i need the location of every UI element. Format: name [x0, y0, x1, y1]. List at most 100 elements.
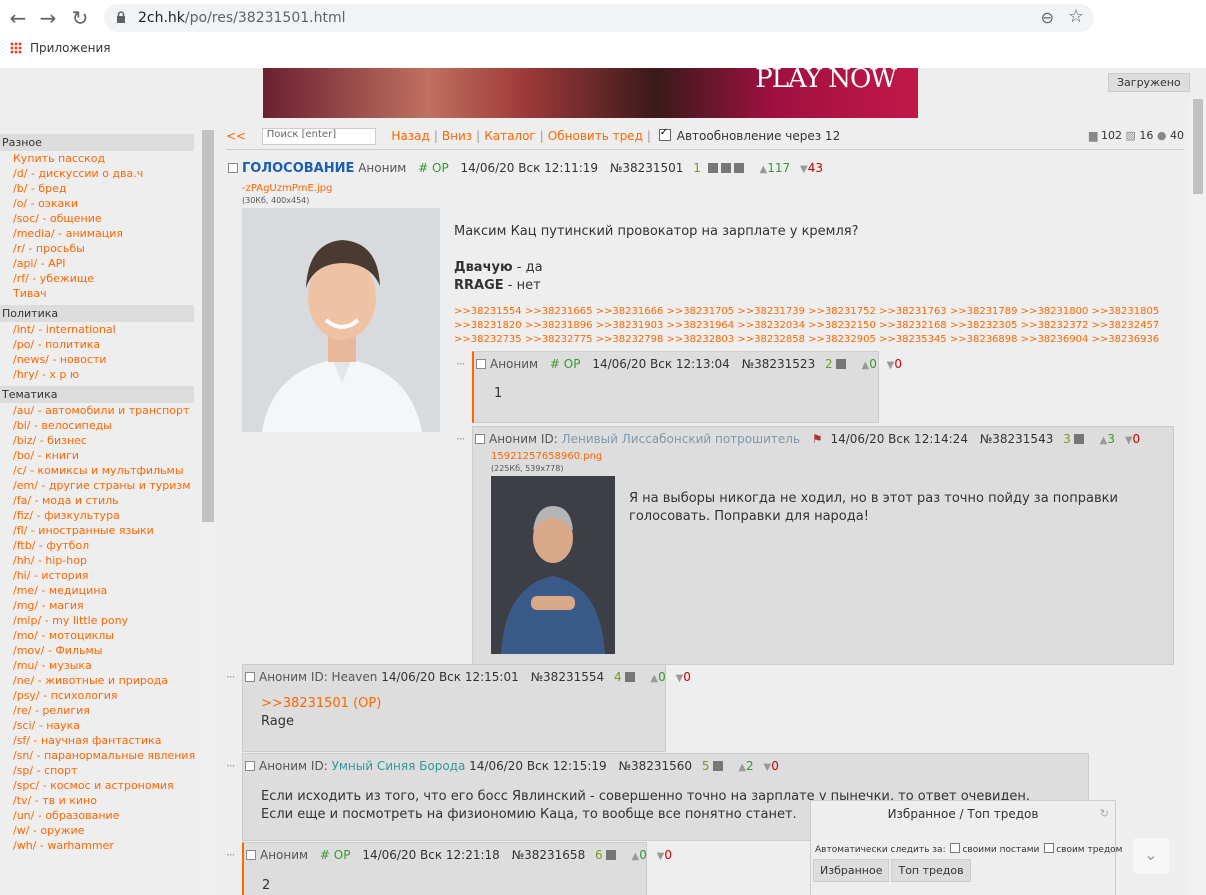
- menu-board-link[interactable]: /spc/ - космос и астрономия: [0, 778, 200, 793]
- post-menu-dots[interactable]: ···: [456, 357, 466, 371]
- post-number[interactable]: №38231501: [610, 161, 684, 175]
- menu-board-link[interactable]: /w/ - оружие: [0, 823, 200, 838]
- post-menu-dots[interactable]: ···: [226, 759, 236, 773]
- file-name[interactable]: 15921257658960.png: [491, 451, 602, 462]
- menu-board-link[interactable]: /ne/ - животные и природа: [0, 673, 200, 688]
- menu-board-link[interactable]: /c/ - комиксы и мультфильмы: [0, 463, 200, 478]
- post-number[interactable]: №38231523: [742, 357, 816, 371]
- menu-board-link[interactable]: /fl/ - иностранные языки: [0, 523, 200, 538]
- menu-board-link[interactable]: /news/ - новости: [0, 352, 200, 367]
- menu-board-link[interactable]: Купить пасскод: [0, 151, 200, 166]
- menu-board-link[interactable]: /mo/ - мотоциклы: [0, 628, 200, 643]
- menu-board-link[interactable]: /soc/ - общение: [0, 211, 200, 226]
- menu-scrollbar-thumb[interactable]: [202, 130, 214, 522]
- menu-board-link[interactable]: /tv/ - тв и кино: [0, 793, 200, 808]
- menu-scrollbar[interactable]: [201, 130, 215, 895]
- forward-arrow-icon[interactable]: →: [36, 6, 60, 30]
- menu-board-link[interactable]: /rf/ - убежище: [0, 271, 200, 286]
- post-menu-dots[interactable]: ···: [226, 670, 236, 684]
- play-icon[interactable]: [835, 359, 846, 369]
- menu-board-link[interactable]: /b/ - бред: [0, 181, 200, 196]
- apps-bookmark[interactable]: Приложения: [30, 41, 111, 55]
- autoupdate-checkbox[interactable]: [658, 127, 671, 141]
- post-checkbox[interactable]: [476, 359, 486, 369]
- like-icon[interactable]: ▲: [738, 762, 746, 773]
- menu-board-link[interactable]: /re/ - религия: [0, 703, 200, 718]
- back-arrow-icon[interactable]: ←: [6, 6, 30, 30]
- post-checkbox[interactable]: [246, 850, 256, 860]
- page-scrollbar[interactable]: [1189, 98, 1206, 895]
- post-image[interactable]: [491, 476, 615, 654]
- refresh-icon[interactable]: ↻: [1100, 807, 1109, 820]
- menu-board-link[interactable]: /hi/ - история: [0, 568, 200, 583]
- menu-board-link[interactable]: /mov/ - Фильмы: [0, 643, 200, 658]
- play-icon[interactable]: [1073, 434, 1084, 444]
- menu-board-link[interactable]: /bi/ - велосипеды: [0, 418, 200, 433]
- refresh-thread-link[interactable]: Обновить тред: [548, 129, 643, 143]
- menu-board-link[interactable]: /sf/ - научная фантастика: [0, 733, 200, 748]
- ad-banner[interactable]: PLAY NOW: [263, 68, 918, 118]
- like-icon[interactable]: ▲: [650, 673, 658, 684]
- menu-board-link[interactable]: /sci/ - наука: [0, 718, 200, 733]
- scroll-down-button[interactable]: ⌄: [1133, 838, 1169, 874]
- post-checkbox[interactable]: [245, 672, 255, 682]
- menu-board-link[interactable]: /po/ - политика: [0, 337, 200, 352]
- loaded-button[interactable]: Загружено: [1108, 73, 1190, 92]
- play-icon[interactable]: [712, 761, 723, 771]
- reload-icon[interactable]: ↻: [68, 6, 92, 30]
- post-checkbox[interactable]: [475, 434, 485, 444]
- tab-favorites[interactable]: Избранное: [813, 859, 890, 882]
- back-to-board-link[interactable]: <<: [226, 129, 246, 143]
- favorite-icon[interactable]: [707, 163, 718, 173]
- play-icon[interactable]: [624, 672, 635, 682]
- nav-back-link[interactable]: Назад: [391, 129, 429, 143]
- hide-icon[interactable]: [720, 163, 731, 173]
- nav-down-link[interactable]: Вниз: [442, 129, 472, 143]
- play-icon[interactable]: [605, 850, 616, 860]
- menu-board-link[interactable]: /au/ - автомобили и транспорт: [0, 403, 200, 418]
- menu-board-link[interactable]: /fiz/ - физкультура: [0, 508, 200, 523]
- menu-board-link[interactable]: /wh/ - warhammer: [0, 838, 200, 853]
- post-checkbox[interactable]: [228, 163, 238, 173]
- scrollbar-thumb[interactable]: [1193, 99, 1203, 194]
- op-image[interactable]: [242, 208, 440, 432]
- menu-board-link[interactable]: /int/ - international: [0, 322, 200, 337]
- menu-board-link[interactable]: /me/ - медицина: [0, 583, 200, 598]
- menu-board-link[interactable]: /sn/ - паранормальные явления: [0, 748, 200, 763]
- menu-board-link[interactable]: /sp/ - спорт: [0, 763, 200, 778]
- menu-board-link[interactable]: /d/ - дискуссии о два.ч: [0, 166, 200, 181]
- reply-link[interactable]: >>38231501 (OP): [261, 695, 381, 713]
- dislike-icon[interactable]: ▼: [1125, 435, 1133, 446]
- catalog-link[interactable]: Каталог: [484, 129, 536, 143]
- post-menu-dots[interactable]: ···: [226, 848, 236, 862]
- menu-board-link[interactable]: /ftb/ - футбол: [0, 538, 200, 553]
- menu-board-link[interactable]: /mu/ - музыка: [0, 658, 200, 673]
- menu-board-link[interactable]: /biz/ - бизнес: [0, 433, 200, 448]
- play-icon[interactable]: [733, 163, 744, 173]
- apps-grid-icon[interactable]: [10, 42, 22, 54]
- address-bar[interactable]: 2ch.hk/po/res/38231501.html ⊖ ☆: [104, 4, 1094, 32]
- op-replies[interactable]: >>38231554 >>38231665 >>38231666 >>38231…: [454, 305, 1174, 347]
- post-menu-dots[interactable]: ···: [456, 432, 466, 446]
- zoom-icon[interactable]: ⊖: [1041, 8, 1054, 27]
- menu-board-link[interactable]: /mlp/ - my little pony: [0, 613, 200, 628]
- dislike-icon[interactable]: ▼: [800, 164, 808, 175]
- post-number[interactable]: №38231543: [980, 432, 1054, 446]
- tab-top-threads[interactable]: Топ тредов: [891, 859, 971, 882]
- menu-board-link[interactable]: /r/ - просьбы: [0, 241, 200, 256]
- menu-board-link[interactable]: /hh/ - hip-hop: [0, 553, 200, 568]
- post-number[interactable]: №38231554: [531, 670, 605, 684]
- search-input[interactable]: Поиск [enter]: [261, 128, 376, 145]
- own-posts-checkbox[interactable]: [950, 843, 961, 853]
- menu-board-link[interactable]: /un/ - образование: [0, 808, 200, 823]
- menu-board-link[interactable]: /mg/ - магия: [0, 598, 200, 613]
- menu-board-link[interactable]: /em/ - другие страны и туризм: [0, 478, 200, 493]
- post-checkbox[interactable]: [245, 761, 255, 771]
- menu-board-link[interactable]: /bo/ - книги: [0, 448, 200, 463]
- menu-board-link[interactable]: /fa/ - мода и стиль: [0, 493, 200, 508]
- menu-board-link[interactable]: /hry/ - х р ю: [0, 367, 200, 382]
- menu-board-link[interactable]: /media/ - анимация: [0, 226, 200, 241]
- menu-board-link[interactable]: Тивач: [0, 286, 200, 301]
- menu-board-link[interactable]: /psy/ - психология: [0, 688, 200, 703]
- menu-board-link[interactable]: /o/ - оэкаки: [0, 196, 200, 211]
